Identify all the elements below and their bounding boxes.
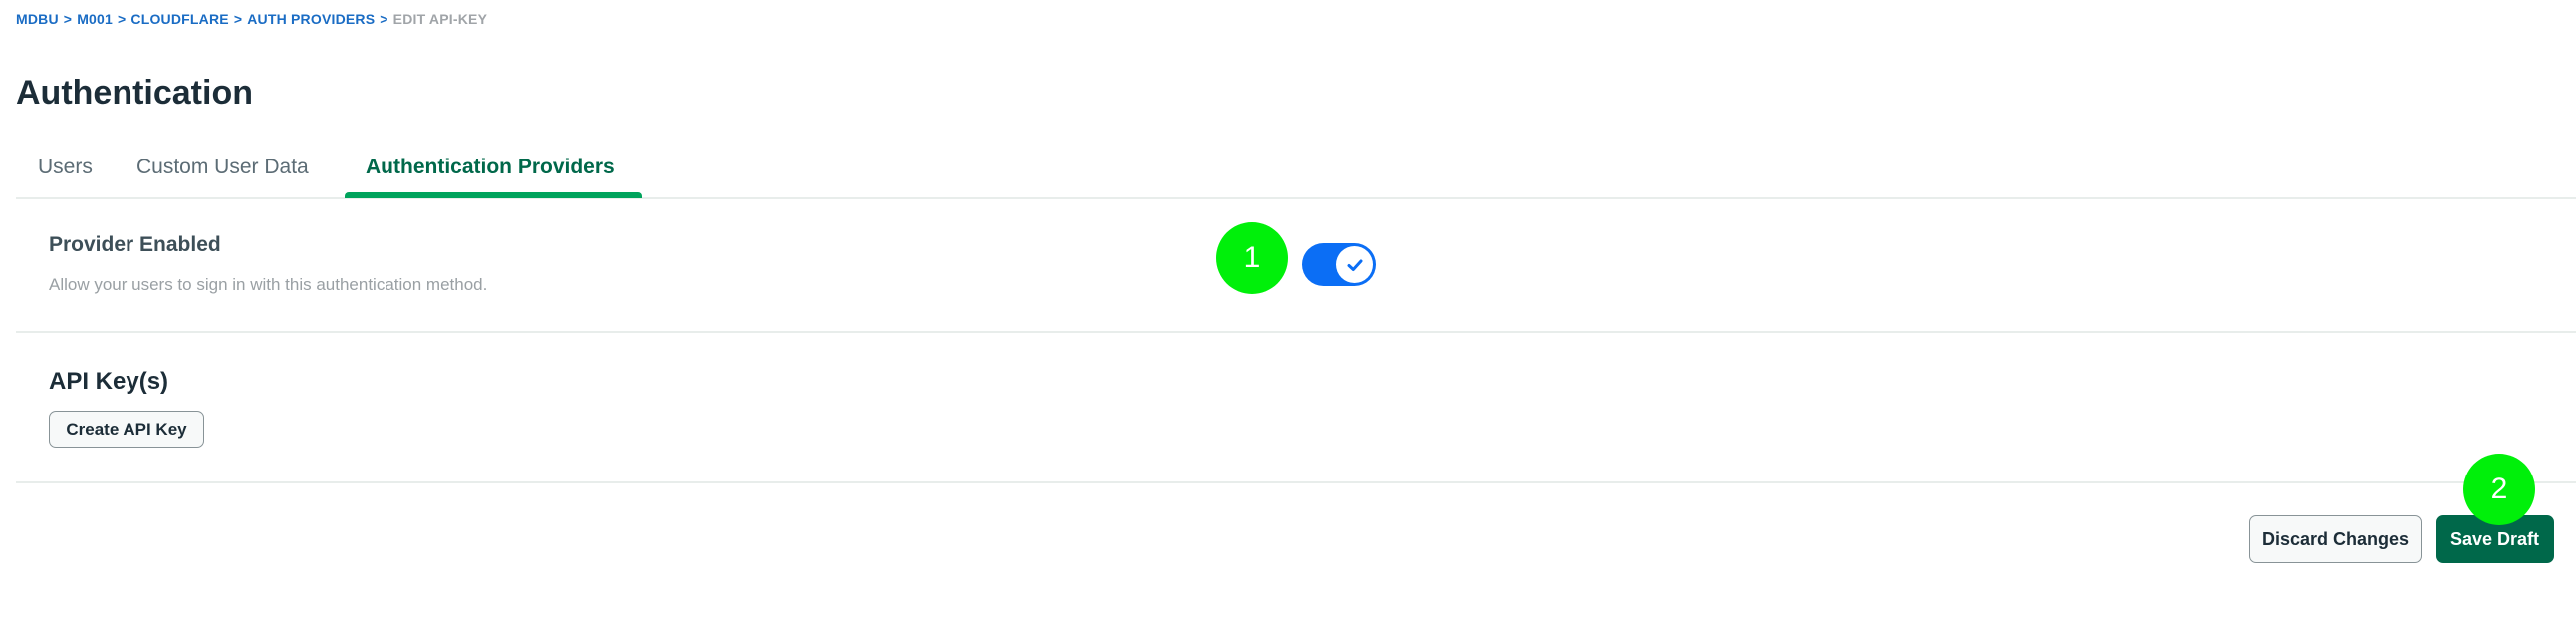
breadcrumb: MDBU > M001 > CLOUDFLARE > AUTH PROVIDERS > EDIT… [16,11,487,27]
tab-users[interactable]: Users [38,156,93,179]
check-icon [1347,259,1362,271]
page-title: Authentication [16,74,253,112]
breadcrumb-link-cloudflare[interactable]: CLOUDFLARE [130,11,228,27]
section-divider [16,331,2576,333]
breadcrumb-link-auth-providers[interactable]: AUTH PROVIDERS [247,11,375,27]
breadcrumb-link-m001[interactable]: M001 [77,11,113,27]
annotation-marker-1: 1 [1216,222,1288,294]
breadcrumb-link-mdbu[interactable]: MDBU [16,11,59,27]
active-tab-indicator [345,192,642,198]
breadcrumb-separator: > [63,11,73,27]
breadcrumb-separator: > [233,11,243,27]
footer-divider [16,481,2576,483]
provider-enabled-toggle[interactable] [1302,243,1376,286]
breadcrumb-current: EDIT API-KEY [392,11,488,27]
provider-enabled-title: Provider Enabled [49,233,221,256]
breadcrumb-separator: > [118,11,127,27]
create-api-key-button[interactable]: Create API Key [49,411,204,448]
discard-changes-button[interactable]: Discard Changes [2249,515,2422,563]
toggle-knob [1336,246,1373,283]
tab-authentication-providers[interactable]: Authentication Providers [366,156,615,179]
annotation-marker-2: 2 [2463,454,2535,525]
breadcrumb-separator: > [380,11,388,27]
provider-enabled-description: Allow your users to sign in with this au… [49,275,488,294]
tab-custom-user-data[interactable]: Custom User Data [136,156,309,179]
api-keys-title: API Key(s) [49,368,169,395]
